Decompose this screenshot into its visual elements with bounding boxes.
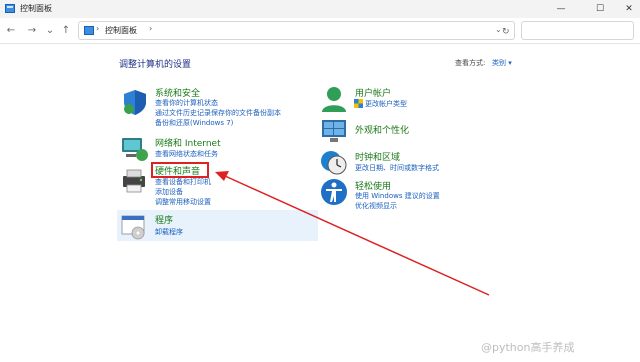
user-icon	[322, 87, 346, 112]
back-button[interactable]: ←	[3, 23, 19, 39]
control-panel-icon	[84, 26, 94, 35]
link-uninstall-program[interactable]: 卸载程序	[155, 227, 183, 237]
category-hardware-sound[interactable]: 硬件和声音	[155, 164, 200, 177]
category-appearance-personalization[interactable]: 外观和个性化	[355, 123, 409, 136]
up-button[interactable]: ↑	[58, 23, 74, 39]
view-by-label: 查看方式:	[455, 59, 486, 67]
watermark: @python高手养成	[481, 341, 575, 354]
printer-icon	[123, 169, 145, 193]
link-view-computer-status[interactable]: 查看你的计算机状态	[155, 98, 218, 108]
breadcrumb-separator: ›	[96, 24, 100, 33]
minimize-button[interactable]: —	[546, 1, 576, 17]
programs-icon	[121, 215, 145, 240]
window-title: 控制面板	[20, 4, 52, 13]
address-bar[interactable]: › 控制面板 › ⌄	[78, 21, 515, 40]
close-button[interactable]: ✕	[614, 1, 640, 17]
forward-button[interactable]: →	[24, 23, 40, 39]
link-change-date-time-format[interactable]: 更改日期、时间或数字格式	[355, 163, 439, 173]
title-bar: 控制面板 — ☐ ✕	[0, 0, 640, 18]
clock-icon	[321, 151, 347, 175]
link-optimize-visual-display[interactable]: 优化视频显示	[355, 201, 397, 211]
uac-shield-icon	[354, 99, 363, 108]
refresh-button[interactable]: ↻	[502, 27, 510, 37]
recent-locations-button[interactable]: ⌄	[42, 23, 58, 39]
category-clock-region[interactable]: 时钟和区域	[355, 150, 400, 163]
control-panel-icon	[5, 4, 15, 13]
link-windows-suggested-settings[interactable]: 使用 Windows 建议的设置	[355, 191, 440, 201]
view-by-dropdown[interactable]: 类别 ▾	[492, 58, 512, 68]
category-user-accounts[interactable]: 用户帐户	[355, 86, 391, 99]
shield-icon	[124, 90, 146, 115]
link-mobility-settings[interactable]: 调整常用移动设置	[155, 197, 211, 207]
maximize-button[interactable]: ☐	[585, 1, 615, 17]
link-add-device[interactable]: 添加设备	[155, 187, 183, 197]
appearance-icon	[322, 120, 346, 142]
search-input[interactable]	[521, 21, 634, 40]
network-icon	[122, 138, 148, 161]
link-backup-restore[interactable]: 备份和还原(Windows 7)	[155, 118, 233, 128]
link-network-status[interactable]: 查看网络状态和任务	[155, 149, 218, 159]
accessibility-icon	[321, 179, 347, 205]
breadcrumb-control-panel[interactable]: 控制面板	[105, 25, 137, 36]
link-devices-printers[interactable]: 查看设备和打印机	[155, 177, 211, 187]
page-title: 调整计算机的设置	[119, 60, 192, 70]
category-network-internet[interactable]: 网络和 Internet	[155, 136, 221, 149]
link-change-account-type[interactable]: 更改帐户类型	[365, 99, 407, 109]
category-programs[interactable]: 程序	[155, 213, 173, 226]
link-file-history-backup[interactable]: 通过文件历史记录保存你的文件备份副本	[155, 108, 281, 118]
address-dropdown-icon[interactable]: ⌄	[495, 25, 502, 34]
breadcrumb-separator[interactable]: ›	[149, 24, 152, 33]
